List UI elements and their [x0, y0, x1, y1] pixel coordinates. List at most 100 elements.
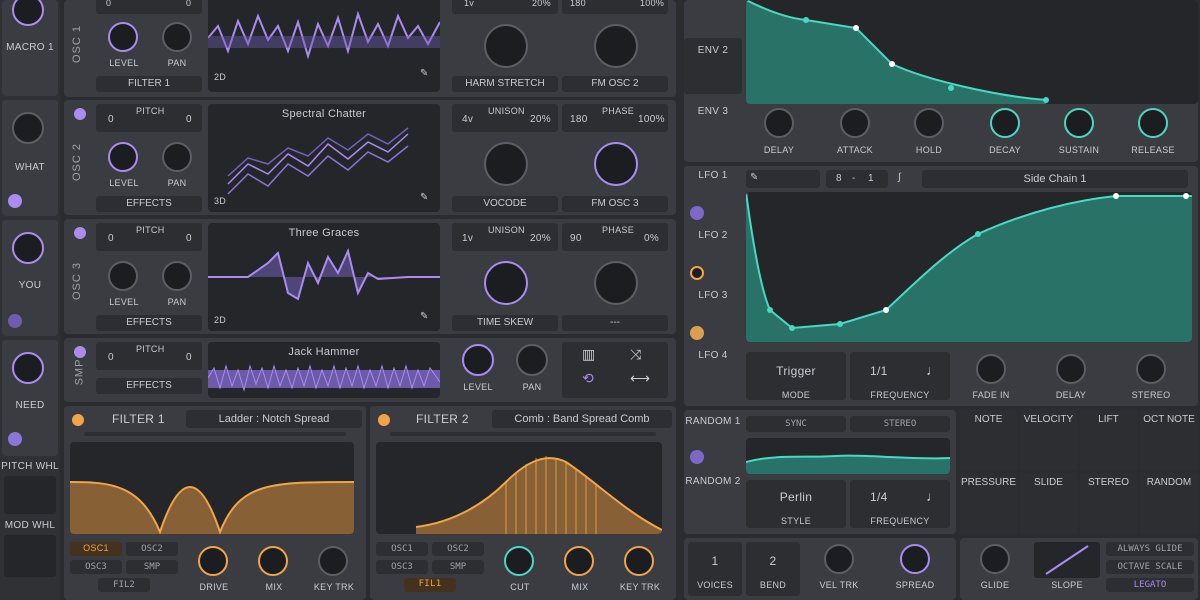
filter1-osc2-route[interactable]: OSC2 [126, 542, 178, 556]
mod-source-random[interactable]: RANDOM [1140, 473, 1198, 534]
osc2-pan-knob[interactable] [162, 142, 192, 172]
macro-3-knob[interactable] [12, 232, 44, 264]
lfo-fade-in-knob[interactable] [976, 354, 1006, 384]
osc2-spectral-select[interactable]: VOCODE [452, 196, 558, 212]
filter2-osc2-route[interactable]: OSC2 [432, 542, 484, 556]
lfo-stereo-knob[interactable] [1136, 354, 1166, 384]
always-glide-toggle[interactable]: ALWAYS GLIDE [1106, 542, 1194, 556]
smp-level-knob[interactable] [462, 344, 494, 376]
filter2-cutoff-knob[interactable] [504, 546, 534, 576]
mod-source-note[interactable]: NOTE [960, 410, 1017, 470]
octave-scale-toggle[interactable]: OCTAVE SCALE [1106, 560, 1194, 574]
lfo-note-icon[interactable]: ♩ [926, 362, 940, 378]
filter1-osc3-route[interactable]: OSC3 [70, 560, 122, 574]
filter1-response-display[interactable] [70, 442, 354, 534]
mod-wheel[interactable] [4, 535, 56, 577]
macro-4-knob[interactable] [12, 352, 44, 384]
osc1-harm-stretch-knob[interactable] [484, 24, 528, 68]
osc3-wavetable-display[interactable]: Three Graces 2D ✎ [208, 223, 440, 331]
filter2-keytrack-knob[interactable] [624, 546, 654, 576]
filter1-mix-knob[interactable] [258, 546, 288, 576]
osc3-distortion-select[interactable]: --- [562, 315, 668, 331]
osc2-level-knob[interactable] [108, 142, 138, 172]
osc2-destination-select[interactable]: EFFECTS [96, 196, 202, 212]
mod-source-lift[interactable]: LIFT [1080, 410, 1137, 470]
envelope-release-knob[interactable] [1138, 108, 1168, 138]
mod-source-oct-note[interactable]: OCT NOTE [1140, 410, 1198, 470]
filter2-smp-route[interactable]: SMP [432, 560, 484, 574]
filter2-blend-slider[interactable] [390, 432, 656, 436]
legato-toggle[interactable]: LEGATO [1106, 578, 1194, 592]
random-stereo-toggle[interactable]: STEREO [850, 416, 950, 432]
smp-sample-display[interactable]: Jack Hammer [208, 342, 440, 398]
filter1-smp-route[interactable]: SMP [126, 560, 178, 574]
osc3-time-skew-knob[interactable] [484, 261, 528, 305]
lfo-pen-icon[interactable]: ✎ [750, 172, 759, 183]
lfo-tab-lfo3-label[interactable]: LFO 3 [684, 290, 742, 301]
lfo-curve-icon[interactable]: ∫ [898, 172, 901, 183]
smp-keytrack-icon[interactable]: ▥ [582, 346, 596, 363]
osc2-wavetable-name[interactable]: Spectral Chatter [208, 108, 440, 120]
filter1-blend-slider[interactable] [84, 432, 346, 436]
filter2-osc3-route[interactable]: OSC3 [376, 560, 428, 574]
lfo-graph[interactable] [746, 192, 1192, 342]
filter2-type-select[interactable]: Comb : Band Spread Comb [492, 410, 672, 428]
filter2-osc1-route[interactable]: OSC1 [376, 542, 428, 556]
smp-enable-toggle[interactable] [74, 346, 86, 358]
smp-destination-select[interactable]: EFFECTS [96, 378, 202, 394]
macro-1-knob[interactable] [12, 0, 44, 26]
osc3-enable-toggle[interactable] [74, 227, 86, 239]
lfo-tab-lfo4-label[interactable]: LFO 4 [684, 350, 742, 361]
osc3-pan-knob[interactable] [162, 261, 192, 291]
filter2-enable-toggle[interactable] [378, 414, 390, 426]
smp-pan-knob[interactable] [516, 344, 548, 376]
slope-display[interactable] [1034, 542, 1100, 578]
osc2-distortion-select[interactable]: FM OSC 3 [562, 196, 668, 212]
smp-loop-icon[interactable]: ⟲ [582, 370, 594, 387]
glide-knob[interactable] [980, 544, 1010, 574]
filter1-drive-knob[interactable] [198, 546, 228, 576]
osc3-level-knob[interactable] [108, 261, 138, 291]
osc3-edit-icon[interactable]: ✎ [420, 311, 429, 322]
osc1-pan-knob[interactable] [162, 22, 192, 52]
envelope-tab-env3-label[interactable]: ENV 3 [684, 106, 742, 117]
mod-source-slide[interactable]: SLIDE [1020, 473, 1077, 534]
random-tab-2-label[interactable]: RANDOM 2 [684, 476, 742, 487]
osc1-fm-knob[interactable] [594, 24, 638, 68]
filter1-fil2-route[interactable]: FIL2 [98, 578, 150, 592]
filter1-enable-toggle[interactable] [72, 414, 84, 426]
spread-knob[interactable] [900, 544, 930, 574]
mod-source-stereo[interactable]: STEREO [1080, 473, 1137, 534]
osc3-wavetable-name[interactable]: Three Graces [208, 227, 440, 239]
filter1-keytrack-knob[interactable] [318, 546, 348, 576]
osc1-destination-select[interactable]: FILTER 1 [96, 76, 202, 92]
envelope-delay-knob[interactable] [764, 108, 794, 138]
macro-4-mod-icon[interactable] [8, 432, 22, 446]
filter1-type-select[interactable]: Ladder : Notch Spread [186, 410, 362, 428]
lfo-delay-knob[interactable] [1056, 354, 1086, 384]
random-sync-toggle[interactable]: SYNC [746, 416, 846, 432]
envelope-sustain-knob[interactable] [1064, 108, 1094, 138]
random-tab-1-label[interactable]: RANDOM 1 [684, 416, 742, 427]
osc2-fm-knob[interactable] [594, 142, 638, 186]
pitch-wheel[interactable] [4, 476, 56, 514]
macro-2-mod-icon[interactable] [8, 194, 22, 208]
mod-source-pressure[interactable]: PRESSURE [960, 473, 1017, 534]
vel-track-knob[interactable] [824, 544, 854, 574]
lfo-tab-lfo2-label[interactable]: LFO 2 [684, 230, 742, 241]
osc2-wavetable-display[interactable]: Spectral Chatter 3D ✎ [208, 104, 440, 212]
osc3-destination-select[interactable]: EFFECTS [96, 315, 202, 331]
envelope-hold-knob[interactable] [914, 108, 944, 138]
envelope-graph[interactable] [746, 0, 1198, 104]
osc3-distortion-knob[interactable] [594, 261, 638, 305]
osc3-spectral-select[interactable]: TIME SKEW [452, 315, 558, 331]
mod-source-velocity[interactable]: VELOCITY [1020, 410, 1077, 470]
osc1-spectral-select[interactable]: HARM STRETCH [452, 76, 558, 92]
osc2-edit-icon[interactable]: ✎ [420, 192, 429, 203]
envelope-decay-knob[interactable] [990, 108, 1020, 138]
osc1-level-knob[interactable] [108, 22, 138, 52]
envelope-attack-knob[interactable] [840, 108, 870, 138]
filter2-mix-knob[interactable] [564, 546, 594, 576]
smp-random-icon[interactable]: ⤨ [630, 346, 642, 363]
filter2-response-display[interactable] [376, 442, 662, 534]
